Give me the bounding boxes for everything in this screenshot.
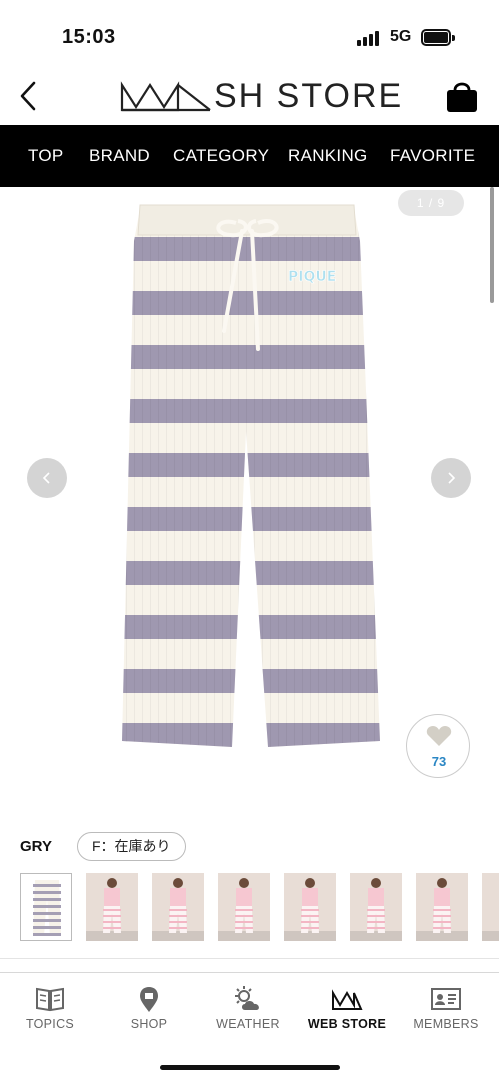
sun-cloud-icon	[235, 986, 259, 1010]
thumbnail[interactable]	[86, 873, 138, 941]
chevron-left-icon[interactable]	[14, 78, 44, 114]
home-indicator	[160, 1065, 340, 1070]
thumbnail[interactable]	[350, 873, 402, 941]
member-card-icon	[431, 988, 461, 1010]
nav-category[interactable]: CATEGORY	[173, 146, 269, 166]
thumbnail[interactable]	[20, 873, 72, 941]
nav-brand[interactable]: BRAND	[89, 146, 150, 166]
tab-label: TOPICS	[25, 1017, 75, 1031]
web-store-logo-icon	[332, 989, 363, 1010]
favorite-button[interactable]: 73	[406, 714, 470, 778]
variant-row: GRY F：在庫あり	[0, 830, 499, 864]
thumbnail[interactable]	[218, 873, 270, 941]
tab-weather[interactable]: WEATHER	[203, 985, 293, 1031]
chevron-left-icon	[42, 472, 50, 484]
logo-text: SH STORE	[214, 76, 404, 115]
tab-members[interactable]: MEMBERS	[401, 985, 491, 1031]
thumbnail-strip[interactable]	[20, 873, 499, 943]
tab-label: WEB STORE	[307, 1017, 387, 1031]
thumbnail[interactable]	[284, 873, 336, 941]
network-label: 5G	[390, 28, 412, 45]
tab-label: WEATHER	[216, 1017, 280, 1031]
product-logo: PIQUE	[288, 269, 336, 285]
store-logo[interactable]: SH STORE	[120, 76, 403, 116]
tab-label: MEMBERS	[413, 1017, 479, 1031]
tab-topics[interactable]: TOPICS	[5, 985, 95, 1031]
thumbnail[interactable]	[416, 873, 468, 941]
size-stock-badge[interactable]: F：在庫あり	[77, 832, 186, 861]
image-counter: 1 / 9	[398, 190, 464, 216]
battery-icon	[421, 29, 455, 46]
chevron-right-icon	[448, 472, 456, 484]
color-code: GRY	[20, 838, 52, 855]
status-bar: 15:03 5G	[0, 0, 499, 70]
book-icon	[36, 987, 64, 1012]
thumbnail[interactable]	[482, 873, 499, 941]
product-image-gallery[interactable]: 1 / 9 PIQUE 73	[0, 187, 499, 807]
nav-top[interactable]: TOP	[28, 146, 64, 166]
scrollbar[interactable]	[490, 187, 494, 303]
mash-logo-mark-icon	[120, 81, 211, 112]
tab-label: SHOP	[130, 1017, 168, 1031]
tab-web-store[interactable]: WEB STORE	[302, 985, 392, 1031]
category-nav: TOP BRAND CATEGORY RANKING FAVORITE	[0, 125, 499, 187]
tab-shop[interactable]: SHOP	[104, 985, 194, 1031]
heart-icon	[426, 726, 452, 746]
prev-image-button[interactable]	[27, 458, 67, 498]
bottom-tab-bar: TOPICS SHOP WEATHER WEB STORE MEMBERS	[0, 975, 499, 1035]
shopping-bag-icon[interactable]	[445, 78, 479, 114]
nav-favorite[interactable]: FAVORITE	[390, 146, 475, 166]
favorite-count: 73	[431, 754, 447, 769]
divider	[0, 958, 499, 959]
product-image: PIQUE	[122, 204, 380, 747]
status-time: 15:03	[62, 26, 116, 48]
thumbnail[interactable]	[152, 873, 204, 941]
next-image-button[interactable]	[431, 458, 471, 498]
signal-icon	[357, 30, 383, 46]
nav-ranking[interactable]: RANKING	[288, 146, 368, 166]
location-pin-icon	[140, 987, 158, 1012]
tabbar-divider	[0, 972, 499, 973]
app-header: SH STORE	[0, 70, 499, 125]
